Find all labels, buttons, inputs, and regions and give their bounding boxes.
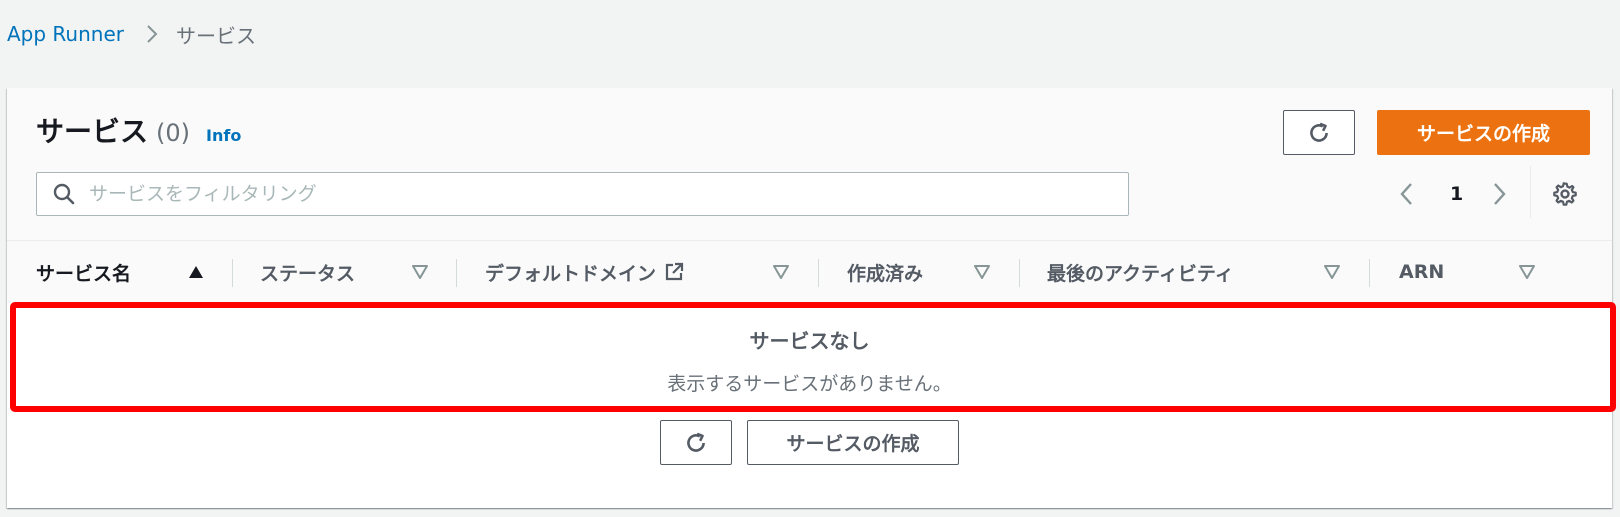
breadcrumb-app-runner-link[interactable]: App Runner [7,22,124,46]
column-divider [1369,259,1370,287]
pager-divider [1530,166,1531,218]
gear-icon [1552,181,1578,207]
breadcrumb: App Runner サービス [7,20,256,48]
column-header-status[interactable]: ステータス [260,241,355,303]
search-icon [53,183,75,205]
column-header-label: デフォルトドメイン [485,262,657,285]
column-header-arn[interactable]: ARN [1399,241,1444,303]
column-divider [232,259,233,287]
sort-ascending-icon[interactable] [188,265,204,279]
column-divider [818,259,819,287]
column-divider [1019,259,1020,287]
sort-descending-icon[interactable] [1324,265,1340,279]
breadcrumb-current: サービス [175,23,256,48]
refresh-icon [1306,120,1332,146]
chevron-right-icon [1492,182,1506,206]
empty-state-refresh-button[interactable] [660,420,732,465]
info-link[interactable]: Info [206,126,241,145]
column-header-service-name[interactable]: サービス名 [36,241,131,303]
page-title: サービス (0) Info [36,110,241,150]
create-service-button[interactable]: サービスの作成 [1377,110,1590,155]
title-text: サービス [36,115,149,148]
previous-page-button[interactable] [1400,172,1414,216]
chevron-right-icon [146,24,158,44]
services-table-panel: サービス (0) Info サービスの作成 1 [7,88,1616,508]
column-header-default-domain[interactable]: デフォルトドメイン [485,241,684,303]
panel-header: サービス (0) Info サービスの作成 1 [7,88,1612,241]
next-page-button[interactable] [1492,172,1506,216]
column-divider [456,259,457,287]
chevron-left-icon [1400,182,1414,206]
search-input[interactable] [87,182,1128,206]
external-link-icon [664,262,684,282]
empty-state: サービスなし 表示するサービスがありません。 [7,303,1612,413]
column-header-last-activity[interactable]: 最後のアクティビティ [1047,241,1234,303]
refresh-button[interactable] [1283,110,1355,155]
table-header: サービス名 ステータス デフォルトドメイン 作成済み 最後のアクティビティ AR… [7,241,1612,303]
preferences-button[interactable] [1552,172,1578,216]
page-number-button[interactable]: 1 [1450,172,1463,216]
empty-state-create-service-button[interactable]: サービスの作成 [747,420,959,465]
sort-descending-icon[interactable] [412,265,428,279]
refresh-icon [683,430,709,456]
sort-descending-icon[interactable] [1519,265,1535,279]
sort-descending-icon[interactable] [773,265,789,279]
column-header-created[interactable]: 作成済み [847,241,923,303]
empty-state-description: 表示するサービスがありません。 [667,373,952,395]
empty-state-title: サービスなし [749,329,870,353]
sort-descending-icon[interactable] [974,265,990,279]
service-count: (0) [156,119,191,147]
search-box[interactable] [36,172,1129,216]
